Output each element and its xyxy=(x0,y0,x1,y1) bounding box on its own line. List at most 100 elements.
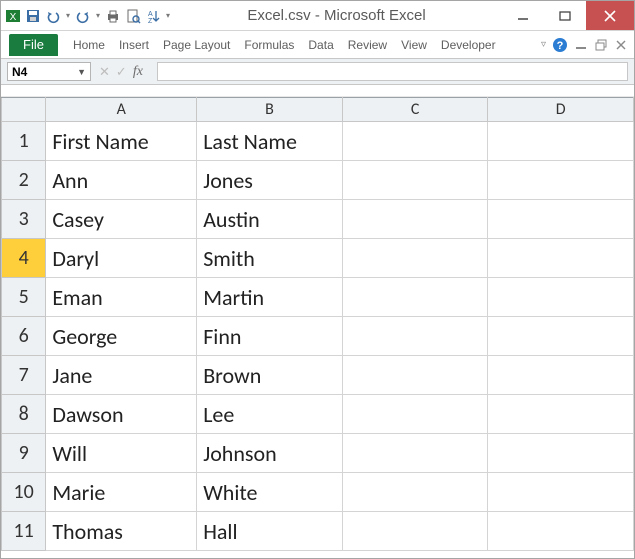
table-row[interactable]: 5EmanMartin xyxy=(2,278,634,317)
table-row[interactable]: 10MarieWhite xyxy=(2,473,634,512)
cell-D5[interactable] xyxy=(488,278,634,317)
cell-C8[interactable] xyxy=(342,395,488,434)
cell-C9[interactable] xyxy=(342,434,488,473)
table-row[interactable]: 11ThomasHall xyxy=(2,512,634,551)
table-row[interactable]: 4DarylSmith xyxy=(2,239,634,278)
tab-insert[interactable]: Insert xyxy=(112,34,156,56)
row-header[interactable]: 5 xyxy=(2,278,46,317)
cell-B8[interactable]: Lee xyxy=(197,395,343,434)
print-icon[interactable] xyxy=(105,8,121,24)
cell-C5[interactable] xyxy=(342,278,488,317)
sheet-area[interactable]: A B C D 1First NameLast Name2AnnJones3Ca… xyxy=(1,97,634,558)
ribbon-help-dropdown-icon[interactable]: ▿ xyxy=(541,39,546,50)
cell-A4[interactable]: Daryl xyxy=(46,239,197,278)
close-workbook-icon[interactable] xyxy=(614,38,628,52)
tab-view[interactable]: View xyxy=(394,34,434,56)
close-button[interactable] xyxy=(586,1,634,30)
cell-B10[interactable]: White xyxy=(197,473,343,512)
minimize-ribbon-icon[interactable] xyxy=(574,38,588,52)
cell-B11[interactable]: Hall xyxy=(197,512,343,551)
spreadsheet-grid[interactable]: A B C D 1First NameLast Name2AnnJones3Ca… xyxy=(1,97,634,551)
cell-B4[interactable]: Smith xyxy=(197,239,343,278)
tab-data[interactable]: Data xyxy=(301,34,340,56)
tab-page-layout[interactable]: Page Layout xyxy=(156,34,237,56)
restore-window-icon[interactable] xyxy=(594,38,608,52)
cell-C11[interactable] xyxy=(342,512,488,551)
print-preview-icon[interactable] xyxy=(125,8,141,24)
cell-A6[interactable]: George xyxy=(46,317,197,356)
select-all-corner[interactable] xyxy=(2,98,46,122)
row-header[interactable]: 9 xyxy=(2,434,46,473)
row-header[interactable]: 1 xyxy=(2,122,46,161)
cell-A9[interactable]: Will xyxy=(46,434,197,473)
row-header[interactable]: 7 xyxy=(2,356,46,395)
cell-B1[interactable]: Last Name xyxy=(197,122,343,161)
save-icon[interactable] xyxy=(25,8,41,24)
row-header[interactable]: 11 xyxy=(2,512,46,551)
cell-D3[interactable] xyxy=(488,200,634,239)
cell-C3[interactable] xyxy=(342,200,488,239)
cell-A2[interactable]: Ann xyxy=(46,161,197,200)
cell-A7[interactable]: Jane xyxy=(46,356,197,395)
chevron-down-icon[interactable]: ▼ xyxy=(77,67,86,77)
cell-B2[interactable]: Jones xyxy=(197,161,343,200)
formula-input[interactable] xyxy=(157,62,628,81)
tab-formulas[interactable]: Formulas xyxy=(237,34,301,56)
cell-D9[interactable] xyxy=(488,434,634,473)
cell-C6[interactable] xyxy=(342,317,488,356)
file-tab[interactable]: File xyxy=(9,34,58,56)
row-header[interactable]: 4 xyxy=(2,239,46,278)
maximize-button[interactable] xyxy=(544,1,586,30)
cell-D8[interactable] xyxy=(488,395,634,434)
dropdown-arrow-icon[interactable]: ▾ xyxy=(65,12,71,20)
minimize-button[interactable] xyxy=(502,1,544,30)
cell-A11[interactable]: Thomas xyxy=(46,512,197,551)
tab-developer[interactable]: Developer xyxy=(434,34,503,56)
cell-A3[interactable]: Casey xyxy=(46,200,197,239)
cell-B9[interactable]: Johnson xyxy=(197,434,343,473)
table-row[interactable]: 1First NameLast Name xyxy=(2,122,634,161)
dropdown-arrow-icon[interactable]: ▾ xyxy=(95,12,101,20)
table-row[interactable]: 9WillJohnson xyxy=(2,434,634,473)
cell-A8[interactable]: Dawson xyxy=(46,395,197,434)
cell-D7[interactable] xyxy=(488,356,634,395)
table-row[interactable]: 7JaneBrown xyxy=(2,356,634,395)
cell-D1[interactable] xyxy=(488,122,634,161)
cell-C7[interactable] xyxy=(342,356,488,395)
sort-icon[interactable]: AZ xyxy=(145,8,161,24)
row-header[interactable]: 8 xyxy=(2,395,46,434)
cell-D10[interactable] xyxy=(488,473,634,512)
help-icon[interactable]: ? xyxy=(552,37,568,53)
cell-D4[interactable] xyxy=(488,239,634,278)
row-header[interactable]: 2 xyxy=(2,161,46,200)
row-header[interactable]: 10 xyxy=(2,473,46,512)
col-header-C[interactable]: C xyxy=(342,98,488,122)
cell-C2[interactable] xyxy=(342,161,488,200)
cell-D6[interactable] xyxy=(488,317,634,356)
col-header-A[interactable]: A xyxy=(46,98,197,122)
col-header-B[interactable]: B xyxy=(197,98,343,122)
table-row[interactable]: 6GeorgeFinn xyxy=(2,317,634,356)
cell-B3[interactable]: Austin xyxy=(197,200,343,239)
cell-C4[interactable] xyxy=(342,239,488,278)
undo-icon[interactable] xyxy=(45,8,61,24)
cell-D11[interactable] xyxy=(488,512,634,551)
cell-A1[interactable]: First Name xyxy=(46,122,197,161)
name-box[interactable]: N4 ▼ xyxy=(7,62,91,81)
redo-icon[interactable] xyxy=(75,8,91,24)
cell-C10[interactable] xyxy=(342,473,488,512)
table-row[interactable]: 2AnnJones xyxy=(2,161,634,200)
col-header-D[interactable]: D xyxy=(488,98,634,122)
fx-icon[interactable]: fx xyxy=(133,64,149,80)
table-row[interactable]: 3CaseyAustin xyxy=(2,200,634,239)
cell-B6[interactable]: Finn xyxy=(197,317,343,356)
cell-B5[interactable]: Martin xyxy=(197,278,343,317)
tab-review[interactable]: Review xyxy=(341,34,394,56)
tab-home[interactable]: Home xyxy=(66,34,112,56)
cell-C1[interactable] xyxy=(342,122,488,161)
cell-B7[interactable]: Brown xyxy=(197,356,343,395)
cell-D2[interactable] xyxy=(488,161,634,200)
table-row[interactable]: 8DawsonLee xyxy=(2,395,634,434)
row-header[interactable]: 3 xyxy=(2,200,46,239)
row-header[interactable]: 6 xyxy=(2,317,46,356)
